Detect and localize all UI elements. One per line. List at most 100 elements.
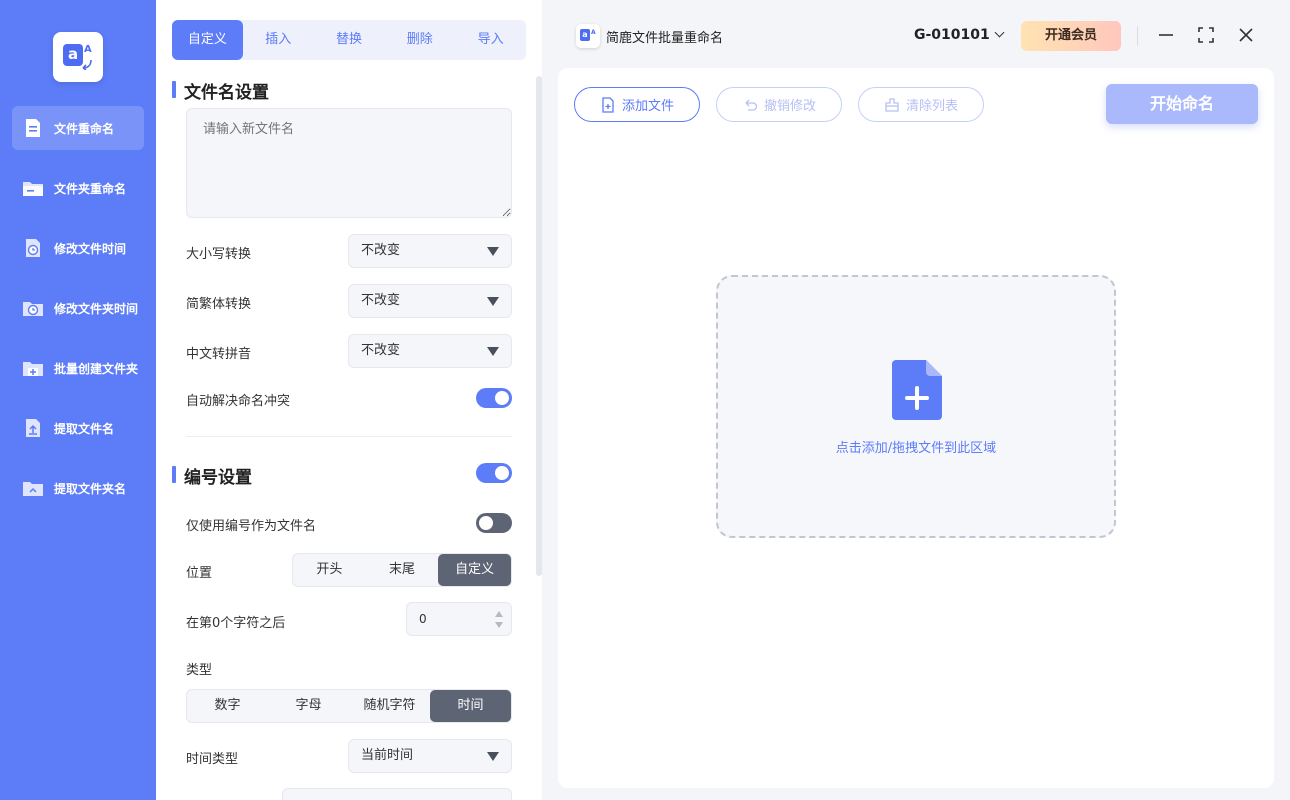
sidebar-item-extract-folder[interactable]: 提取文件夹名: [12, 466, 144, 510]
case-select[interactable]: 不改变: [348, 234, 512, 268]
file-clock-icon: [26, 239, 40, 257]
tab-delete[interactable]: 删除: [384, 20, 455, 60]
tab-replace[interactable]: 替换: [314, 20, 385, 60]
add-file-button[interactable]: 添加文件: [574, 87, 700, 122]
filename-section-title: 文件名设置: [172, 78, 269, 103]
type-number-button[interactable]: 数字: [187, 690, 268, 722]
only-number-toggle[interactable]: [476, 513, 512, 533]
sidebar-item-extract-file[interactable]: 提取文件名: [12, 406, 144, 450]
case-select-value: 不改变: [361, 243, 401, 258]
title-bar: a A 简鹿文件批量重命名 G-010101 开通会员: [542, 0, 1290, 68]
position-start-button[interactable]: 开头: [293, 554, 366, 586]
sidebar-item-file-time[interactable]: 修改文件时间: [12, 226, 144, 270]
sidebar-item-folder-time[interactable]: 修改文件夹时间: [12, 286, 144, 330]
pinyin-select-value: 不改变: [361, 343, 401, 358]
number-enable-toggle[interactable]: [476, 463, 512, 483]
sidebar-item-folder-rename[interactable]: 文件夹重命名: [12, 166, 144, 210]
type-segment: 数字 字母 随机字符 时间: [186, 689, 512, 723]
sidebar-item-batch-folder[interactable]: 批量创建文件夹: [12, 346, 144, 390]
toggle-knob: [479, 516, 493, 530]
chevron-down-icon: [994, 27, 1005, 38]
sidebar-item-label: 文件夹重命名: [54, 181, 127, 196]
time-type-select[interactable]: 当前时间: [348, 739, 512, 773]
folder-upload-icon: [23, 482, 43, 496]
sidebar-item-label: 提取文件夹名: [54, 481, 127, 496]
new-filename-input[interactable]: [186, 108, 512, 218]
dropzone-text: 点击添加/拖拽文件到此区域: [835, 441, 997, 456]
conflict-toggle[interactable]: [476, 388, 512, 408]
folder-icon: [23, 182, 43, 196]
file-add-icon: [602, 96, 614, 113]
main-card: 添加文件 撤销修改 清除列表 开始命名 点击添加/拖拽文件到此区域: [558, 68, 1274, 788]
logo-letter: a: [63, 44, 83, 66]
settings-panel: 自定义 插入 替换 删除 导入 文件名设置 大小写转换 不改变 简繁体转换 不改…: [156, 0, 542, 800]
folder-add-icon: [23, 362, 43, 376]
traditional-select[interactable]: 不改变: [348, 284, 512, 318]
time-format-input[interactable]: [282, 788, 512, 800]
type-letter-button[interactable]: 字母: [268, 690, 349, 722]
position-end-button[interactable]: 末尾: [366, 554, 439, 586]
close-icon[interactable]: [1235, 24, 1257, 46]
stepper-down-icon[interactable]: [495, 622, 503, 628]
type-random-button[interactable]: 随机字符: [349, 690, 430, 722]
tab-custom[interactable]: 自定义: [172, 20, 243, 60]
undo-icon: [745, 99, 758, 111]
sidebar-item-file-rename[interactable]: 文件重命名: [12, 106, 144, 150]
pinyin-select[interactable]: 不改变: [348, 334, 512, 368]
after-char-label: 在第0个字符之后: [186, 616, 286, 631]
panel-scrollbar[interactable]: [536, 76, 542, 576]
stepper-up-icon[interactable]: [495, 611, 503, 617]
document-icon: [26, 119, 40, 137]
broom-icon: [885, 97, 899, 112]
minimize-icon[interactable]: [1155, 24, 1177, 46]
after-char-stepper[interactable]: 0: [406, 602, 512, 636]
after-char-value: 0: [419, 612, 427, 626]
caret-down-icon: [487, 752, 499, 761]
section-divider: [186, 436, 512, 437]
account-dropdown[interactable]: G-010101: [914, 27, 1005, 43]
type-time-button[interactable]: 时间: [430, 690, 511, 722]
tab-insert[interactable]: 插入: [243, 20, 314, 60]
position-label: 位置: [186, 566, 213, 581]
vip-button[interactable]: 开通会员: [1021, 21, 1121, 51]
clear-list-label: 清除列表: [905, 99, 958, 114]
add-file-icon: [892, 360, 942, 420]
maximize-icon[interactable]: [1195, 24, 1217, 46]
sidebar: a A 文件重命名 文件夹重命名 修改文件时间 修改文件夹时间 批量创建文件夹 …: [0, 0, 156, 800]
only-number-label: 仅使用编号作为文件名: [186, 519, 317, 534]
position-custom-button[interactable]: 自定义: [438, 554, 512, 586]
file-dropzone[interactable]: 点击添加/拖拽文件到此区域: [716, 275, 1116, 538]
tab-import[interactable]: 导入: [455, 20, 526, 60]
type-label: 类型: [186, 663, 213, 678]
caret-down-icon: [487, 347, 499, 356]
app-icon: a A: [576, 24, 600, 48]
number-section-title: 编号设置: [172, 463, 252, 488]
settings-tabs: 自定义 插入 替换 删除 导入: [172, 20, 526, 60]
traditional-label: 简繁体转换: [186, 297, 252, 312]
undo-button[interactable]: 撤销修改: [716, 87, 842, 122]
titlebar-separator: [1137, 26, 1138, 46]
caret-down-icon: [487, 247, 499, 256]
sidebar-nav: 文件重命名 文件夹重命名 修改文件时间 修改文件夹时间 批量创建文件夹 提取文件…: [12, 106, 144, 526]
folder-clock-icon: [23, 302, 43, 316]
undo-label: 撤销修改: [763, 99, 816, 114]
app-icon-mini-letter: A: [591, 29, 596, 36]
time-type-label: 时间类型: [186, 752, 239, 767]
start-rename-button[interactable]: 开始命名: [1106, 84, 1258, 124]
case-label: 大小写转换: [186, 247, 252, 262]
file-upload-icon: [26, 419, 40, 437]
traditional-select-value: 不改变: [361, 293, 401, 308]
logo-mini-letter: A: [84, 44, 92, 55]
pinyin-label: 中文转拼音: [186, 347, 252, 362]
app-logo: a A: [53, 32, 103, 82]
add-file-label: 添加文件: [621, 99, 674, 114]
sidebar-item-label: 批量创建文件夹: [54, 361, 139, 376]
sidebar-item-label: 修改文件时间: [54, 241, 127, 256]
clear-list-button[interactable]: 清除列表: [858, 87, 984, 122]
sidebar-item-label: 提取文件名: [54, 421, 115, 436]
sidebar-item-label: 文件重命名: [54, 121, 115, 136]
conflict-label: 自动解决命名冲突: [186, 394, 291, 409]
position-segment: 开头 末尾 自定义: [292, 553, 512, 587]
logo-arrow-icon: [82, 59, 92, 70]
app-title: 简鹿文件批量重命名: [606, 31, 724, 46]
